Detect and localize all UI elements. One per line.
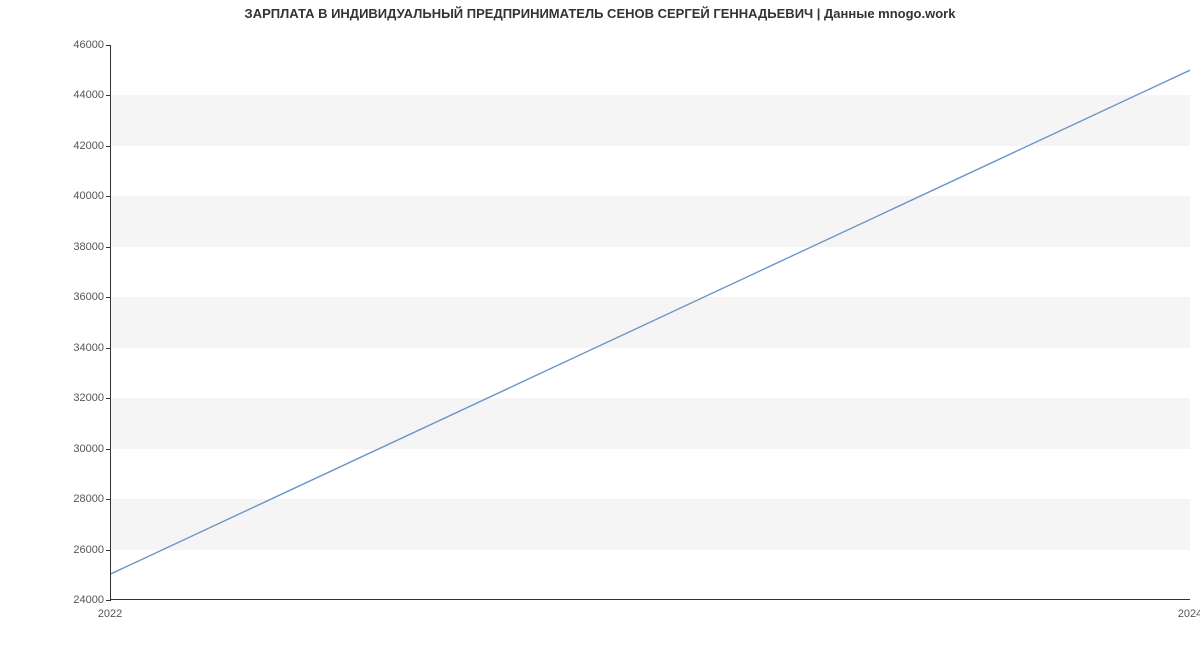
y-tick-label: 44000 (24, 89, 104, 101)
y-tick-label: 32000 (24, 392, 104, 404)
y-tick-label: 26000 (24, 544, 104, 556)
y-tick-mark (106, 600, 111, 601)
y-tick-label: 46000 (24, 39, 104, 51)
y-tick-label: 42000 (24, 140, 104, 152)
line-series (111, 45, 1190, 599)
y-tick-label: 30000 (24, 443, 104, 455)
chart-title: ЗАРПЛАТА В ИНДИВИДУАЛЬНЫЙ ПРЕДПРИНИМАТЕЛ… (0, 6, 1200, 21)
y-tick-label: 34000 (24, 342, 104, 354)
y-tick-label: 36000 (24, 291, 104, 303)
y-tick-label: 40000 (24, 190, 104, 202)
y-tick-label: 24000 (24, 594, 104, 606)
y-tick-label: 28000 (24, 493, 104, 505)
x-tick-label: 2022 (98, 608, 122, 620)
y-tick-label: 38000 (24, 241, 104, 253)
plot-area (110, 45, 1190, 600)
x-tick-label: 2024 (1178, 608, 1200, 620)
